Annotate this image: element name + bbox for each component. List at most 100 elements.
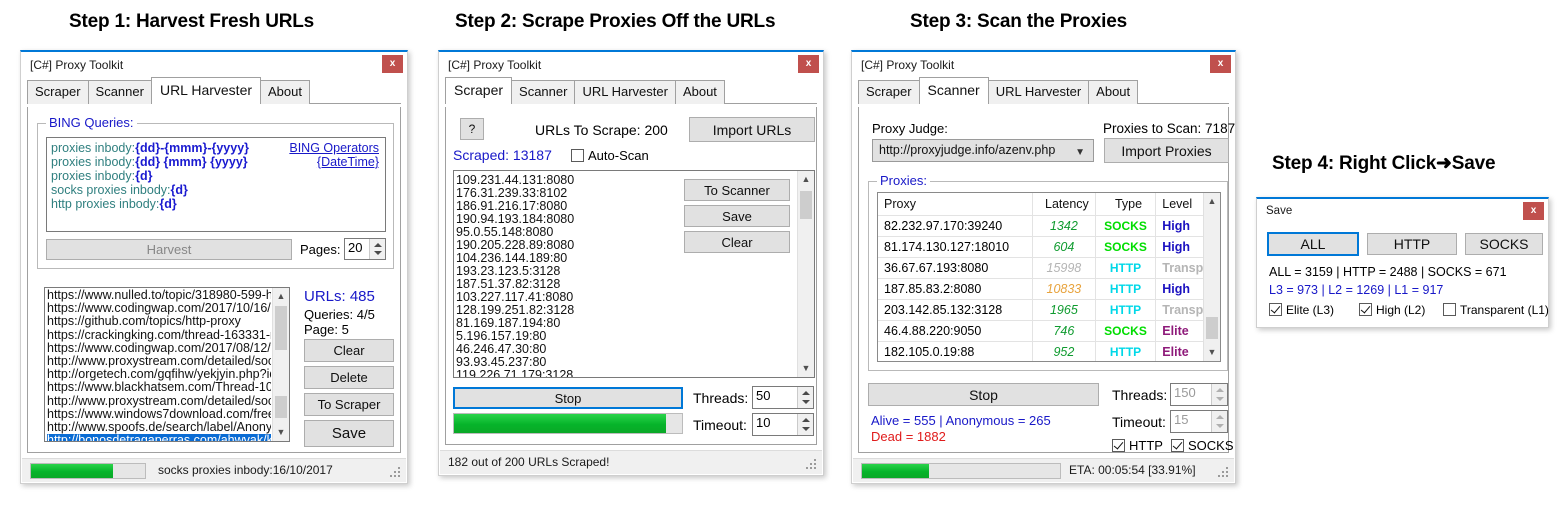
transparent-checkbox[interactable]: Transparent (L1) xyxy=(1443,303,1549,317)
close-icon[interactable]: x xyxy=(798,55,819,73)
table-row[interactable]: 36.67.67.193:808015998HTTPTransparent xyxy=(878,257,1220,279)
threads-stepper[interactable]: 50 xyxy=(752,386,814,409)
list-item[interactable]: 93.93.45.237:80 xyxy=(456,356,794,369)
bing-queries-input[interactable]: proxies inbody:{dd}-{mmm}-{yyyy} proxies… xyxy=(46,137,386,232)
tab-url-harvester[interactable]: URL Harvester xyxy=(987,80,1090,104)
tab-about[interactable]: About xyxy=(674,80,725,104)
table-row[interactable]: 46.4.88.220:9050 746 SOCKS Elite xyxy=(878,320,1220,342)
scroll-thumb[interactable] xyxy=(275,306,287,350)
list-item[interactable]: http://www.proxystream.com/detailed/sock… xyxy=(47,355,271,368)
timeout-stepper[interactable]: 15 xyxy=(1170,410,1228,433)
table-row[interactable]: 81.174.130.127:18010 604 SOCKS High xyxy=(878,236,1220,258)
column-header-latency[interactable]: Latency xyxy=(1032,193,1096,216)
scroll-down-icon[interactable]: ▼ xyxy=(1204,344,1220,361)
tab-scraper[interactable]: Scraper xyxy=(858,80,920,104)
scroll-up-icon[interactable]: ▲ xyxy=(1204,193,1220,210)
list-item[interactable]: http://bonosdetragaperras.com/ahwvak/kzz… xyxy=(47,434,271,441)
timeout-stepper-arrows-icon[interactable] xyxy=(797,414,813,435)
socks-checkbox[interactable]: SOCKS xyxy=(1171,438,1234,453)
table-row[interactable]: 203.142.85.132:31281965HTTPTransparent xyxy=(878,299,1220,321)
scraped-proxy-list[interactable]: 109.231.44.131:8080 176.31.239.33:8102 186… xyxy=(453,170,815,378)
tab-scraper[interactable]: Scraper xyxy=(445,77,513,104)
threads-stepper-arrows-icon[interactable] xyxy=(797,387,813,408)
save-http-button[interactable]: HTTP xyxy=(1367,233,1457,255)
resize-grip-icon[interactable] xyxy=(390,467,402,479)
list-item[interactable]: 46.246.47.30:80 xyxy=(456,343,794,356)
help-button[interactable]: ? xyxy=(460,118,484,140)
tab-scanner[interactable]: Scanner xyxy=(918,77,989,104)
list-item[interactable]: 119.226.71.179:3128 xyxy=(456,369,794,377)
scroll-down-icon[interactable]: ▼ xyxy=(273,424,289,441)
list-item[interactable]: https://www.codingwap.com/2017/10/16/16-… xyxy=(47,302,271,315)
close-icon[interactable]: x xyxy=(1523,202,1544,220)
resize-grip-icon[interactable] xyxy=(806,459,818,471)
proxies-table[interactable]: Proxy Latency Type Level 82.232.97.170:3… xyxy=(877,192,1221,362)
list-item[interactable]: https://github.com/topics/http-proxy xyxy=(47,315,271,328)
table-row[interactable]: 187.85.83.2:8080 10833 HTTP High xyxy=(878,278,1220,300)
proxies-table-scrollbar[interactable]: ▲ ▼ xyxy=(1203,193,1220,361)
list-item[interactable]: https://www.nulled.to/topic/318980-599-h… xyxy=(47,289,271,302)
scroll-thumb[interactable] xyxy=(800,191,812,219)
table-row[interactable]: 182.105.0.19:88 952 HTTP Elite xyxy=(878,341,1220,361)
tab-about[interactable]: About xyxy=(260,80,310,104)
http-checkbox[interactable]: HTTP xyxy=(1112,438,1163,453)
list-item[interactable]: 104.236.144.189:80 xyxy=(456,252,794,265)
threads-stepper-arrows-icon[interactable] xyxy=(1211,384,1227,405)
pages-stepper[interactable]: 20 xyxy=(344,238,386,260)
timeout-stepper-arrows-icon[interactable] xyxy=(1211,411,1227,432)
column-header-proxy[interactable]: Proxy xyxy=(878,193,1034,216)
list-item[interactable]: 193.23.123.5:3128 xyxy=(456,265,794,278)
to-scraper-button[interactable]: To Scraper xyxy=(304,393,394,416)
scroll-thumb[interactable] xyxy=(1206,317,1218,339)
threads-stepper[interactable]: 150 xyxy=(1170,383,1228,406)
list-item[interactable]: https://crackingking.com/thread-163331-n… xyxy=(47,329,271,342)
list-item[interactable]: 187.51.37.82:3128 xyxy=(456,278,794,291)
tab-url-harvester[interactable]: URL Harvester xyxy=(574,80,676,104)
import-proxies-button[interactable]: Import Proxies xyxy=(1104,138,1229,163)
list-item[interactable]: 5.196.157.19:80 xyxy=(456,330,794,343)
stop-button[interactable]: Stop xyxy=(453,387,683,409)
stop-button[interactable]: Stop xyxy=(868,383,1099,406)
pages-stepper-arrows-icon[interactable] xyxy=(369,239,385,259)
chevron-down-icon[interactable]: ▼ xyxy=(1075,147,1085,158)
bing-operators-link[interactable]: BING Operators xyxy=(289,141,379,155)
save-button[interactable]: Save xyxy=(304,420,394,447)
tab-scraper[interactable]: Scraper xyxy=(27,80,89,104)
proxy-list-scrollbar[interactable]: ▲ ▼ xyxy=(797,171,814,377)
save-socks-button[interactable]: SOCKS xyxy=(1465,233,1543,255)
proxy-judge-select[interactable]: http://proxyjudge.info/azenv.php ▼ xyxy=(872,139,1094,162)
elite-checkbox[interactable]: Elite (L3) xyxy=(1269,303,1334,317)
clear-button[interactable]: Clear xyxy=(304,339,394,362)
close-icon[interactable]: x xyxy=(1210,55,1231,73)
to-scanner-button[interactable]: To Scanner xyxy=(684,179,790,201)
timeout-stepper[interactable]: 10 xyxy=(752,413,814,436)
delete-button[interactable]: Delete xyxy=(304,366,394,389)
scroll-thumb-secondary[interactable] xyxy=(275,396,287,418)
datetime-link[interactable]: {DateTime} xyxy=(289,155,379,169)
high-checkbox[interactable]: High (L2) xyxy=(1359,303,1425,317)
tab-url-harvester[interactable]: URL Harvester xyxy=(150,77,262,104)
list-item[interactable]: https://www.blackhatsem.com/Thread-10-10… xyxy=(47,381,271,394)
url-list-scrollbar[interactable]: ▲ ▼ xyxy=(272,288,289,441)
tab-scanner[interactable]: Scanner xyxy=(87,80,152,104)
save-all-button[interactable]: ALL xyxy=(1267,232,1359,256)
harvested-url-list[interactable]: https://www.nulled.to/topic/318980-599-h… xyxy=(44,287,290,442)
list-item[interactable]: 81.169.187.194:80 xyxy=(456,317,794,330)
column-header-type[interactable]: Type xyxy=(1095,193,1157,216)
auto-scan-checkbox[interactable]: Auto-Scan xyxy=(571,148,649,163)
list-item[interactable]: http://www.spoofs.de/search/label/Anonym… xyxy=(47,421,271,434)
resize-grip-icon[interactable] xyxy=(1218,467,1230,479)
harvest-button[interactable]: Harvest xyxy=(46,239,292,260)
scroll-up-icon[interactable]: ▲ xyxy=(798,171,814,188)
save-button[interactable]: Save xyxy=(684,205,790,227)
tab-scanner[interactable]: Scanner xyxy=(511,80,576,104)
clear-button[interactable]: Clear xyxy=(684,231,790,253)
scroll-down-icon[interactable]: ▼ xyxy=(798,360,814,377)
list-item[interactable]: http://www.proxystream.com/detailed/sock… xyxy=(47,395,271,408)
close-icon[interactable]: x xyxy=(382,55,403,73)
list-item[interactable]: 128.199.251.82:3128 xyxy=(456,304,794,317)
list-item[interactable]: https://www.windows7download.com/free-wi… xyxy=(47,408,271,421)
table-row[interactable]: 82.232.97.170:39240 1342 SOCKS High xyxy=(878,215,1220,237)
list-item[interactable]: 103.227.117.41:8080 xyxy=(456,291,794,304)
tab-about[interactable]: About xyxy=(1088,80,1139,104)
